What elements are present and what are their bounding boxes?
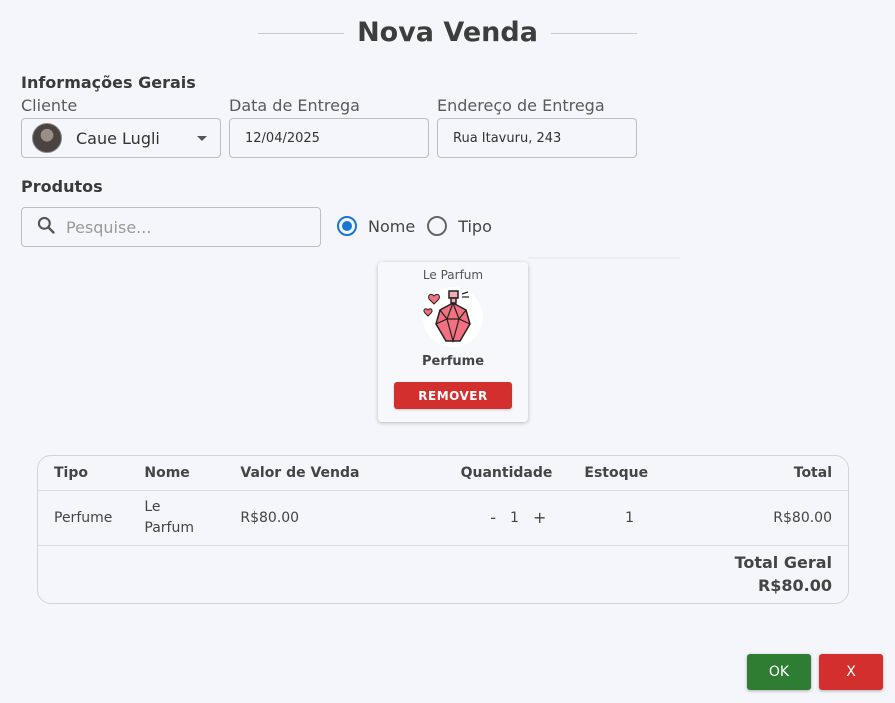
perfume-bottle-icon: [422, 286, 484, 348]
products-heading: Produtos: [21, 177, 103, 196]
cancel-button[interactable]: X: [819, 654, 883, 690]
col-quantidade-header: Quantidade: [444, 456, 569, 491]
grand-total-value: R$80.00: [757, 576, 832, 596]
page-title: Nova Venda: [357, 17, 538, 48]
increment-button[interactable]: +: [533, 508, 546, 527]
table-header-row: Tipo Nome Valor de Venda Quantidade Esto…: [38, 456, 848, 491]
decrement-button[interactable]: -: [490, 508, 496, 527]
search-icon: [36, 215, 56, 239]
radio-nome-label: Nome: [368, 216, 416, 236]
chevron-down-icon: [197, 136, 207, 141]
cell-quantidade: - 1 +: [444, 490, 569, 546]
remove-product-button[interactable]: REMOVER: [394, 382, 512, 409]
title-right-divider: [550, 32, 637, 34]
search-input[interactable]: [66, 217, 306, 237]
ok-button[interactable]: OK: [747, 654, 811, 690]
client-select[interactable]: Caue Lugli: [21, 118, 221, 158]
radio-tipo[interactable]: Tipo: [427, 216, 492, 236]
client-label: Cliente: [21, 96, 78, 115]
cell-valor: R$80.00: [224, 490, 445, 546]
col-tipo-header: Tipo: [38, 456, 129, 491]
product-card-type: Perfume: [421, 354, 485, 369]
delivery-date-field[interactable]: 12/04/2025: [229, 118, 429, 158]
delivery-date-value: 12/04/2025: [245, 130, 320, 146]
col-total-header: Total: [664, 456, 848, 491]
page-title-wrap: Nova Venda: [0, 14, 895, 52]
card-divider: [528, 257, 680, 259]
radio-tipo-label: Tipo: [458, 216, 492, 236]
col-nome-header: Nome: [128, 456, 225, 491]
radio-unchecked-icon[interactable]: [427, 216, 448, 236]
delivery-address-label: Endereço de Entrega: [437, 96, 605, 115]
radio-nome[interactable]: Nome: [337, 216, 415, 236]
cell-total: R$80.00: [664, 490, 848, 546]
col-valor-header: Valor de Venda: [224, 456, 445, 491]
quantity-stepper: - 1 +: [490, 508, 546, 527]
client-select-value: Caue Lugli: [76, 128, 160, 148]
sale-items-table: Tipo Nome Valor de Venda Quantidade Esto…: [37, 455, 849, 604]
table-row: Perfume Le Parfum R$80.00 - 1 + 1 R$80.0…: [38, 490, 848, 546]
product-search-box[interactable]: [21, 207, 321, 247]
radio-checked-icon[interactable]: [337, 216, 357, 236]
client-avatar: [32, 123, 62, 153]
product-card-name: Le Parfum: [422, 268, 484, 282]
search-mode-radio-group: Nome Tipo: [337, 216, 504, 236]
delivery-address-value: Rua Itavuru, 243: [453, 130, 562, 146]
general-info-heading: Informações Gerais: [21, 73, 196, 92]
cell-nome: Le Parfum: [128, 490, 225, 546]
delivery-address-field[interactable]: Rua Itavuru, 243: [437, 118, 637, 158]
cell-tipo: Perfume: [38, 490, 129, 546]
delivery-date-label: Data de Entrega: [229, 96, 360, 115]
grand-total-label: Total Geral: [734, 553, 832, 573]
title-left-divider: [258, 32, 345, 34]
product-card: Le Parfum Perfume REMOVER: [378, 262, 528, 422]
cell-estoque: 1: [568, 490, 665, 546]
quantity-value: 1: [510, 509, 519, 526]
col-estoque-header: Estoque: [568, 456, 665, 491]
grand-total-row: Total Geral R$80.00: [38, 545, 848, 603]
